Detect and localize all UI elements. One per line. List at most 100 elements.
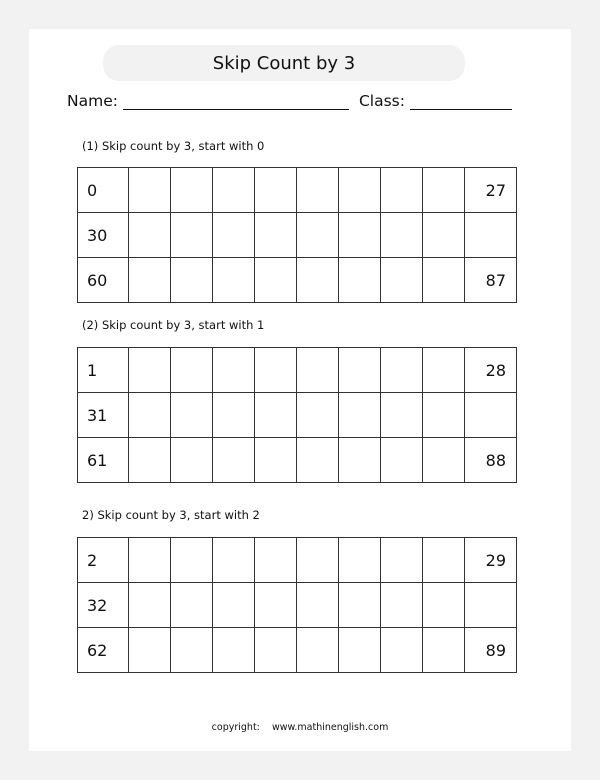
answer-cell[interactable] bbox=[464, 582, 517, 628]
answer-cell[interactable] bbox=[464, 392, 517, 438]
answer-cell[interactable] bbox=[170, 392, 213, 438]
answer-cell[interactable] bbox=[380, 437, 423, 483]
answer-cell[interactable] bbox=[254, 537, 297, 583]
answer-cell[interactable] bbox=[212, 627, 255, 673]
grid-row: 1 28 bbox=[77, 347, 517, 393]
answer-cell[interactable] bbox=[296, 537, 339, 583]
answer-cell[interactable] bbox=[422, 437, 465, 483]
answer-cell[interactable] bbox=[296, 212, 339, 258]
answer-cell[interactable] bbox=[338, 167, 381, 213]
answer-cell[interactable] bbox=[170, 437, 213, 483]
answer-cell[interactable] bbox=[254, 257, 297, 303]
answer-cell[interactable] bbox=[170, 167, 213, 213]
answer-cell[interactable] bbox=[170, 257, 213, 303]
name-class-row: Name: Class: bbox=[67, 88, 512, 110]
answer-cell[interactable] bbox=[128, 537, 171, 583]
answer-cell[interactable] bbox=[170, 537, 213, 583]
answer-cell[interactable] bbox=[170, 347, 213, 393]
answer-cell[interactable] bbox=[212, 537, 255, 583]
answer-cell[interactable] bbox=[128, 627, 171, 673]
answer-cell[interactable] bbox=[296, 257, 339, 303]
answer-cell[interactable] bbox=[212, 582, 255, 628]
given-number-cell: 31 bbox=[77, 392, 129, 438]
answer-cell[interactable] bbox=[128, 392, 171, 438]
answer-cell[interactable] bbox=[296, 167, 339, 213]
answer-cell[interactable] bbox=[296, 627, 339, 673]
answer-cell[interactable] bbox=[170, 212, 213, 258]
answer-cell[interactable] bbox=[422, 347, 465, 393]
given-number-cell: 30 bbox=[77, 212, 129, 258]
given-number-cell: 29 bbox=[464, 537, 517, 583]
answer-cell[interactable] bbox=[128, 347, 171, 393]
grid-row: 30 bbox=[77, 212, 517, 258]
answer-cell[interactable] bbox=[128, 212, 171, 258]
answer-cell[interactable] bbox=[422, 627, 465, 673]
name-field[interactable] bbox=[122, 93, 349, 110]
answer-cell[interactable] bbox=[338, 537, 381, 583]
answer-cell[interactable] bbox=[380, 537, 423, 583]
answer-cell[interactable] bbox=[170, 582, 213, 628]
answer-cell[interactable] bbox=[338, 627, 381, 673]
answer-cell[interactable] bbox=[254, 392, 297, 438]
class-label: Class: bbox=[358, 92, 405, 110]
answer-cell[interactable] bbox=[212, 437, 255, 483]
answer-cell[interactable] bbox=[380, 627, 423, 673]
answer-cell[interactable] bbox=[338, 257, 381, 303]
given-number-cell: 32 bbox=[77, 582, 129, 628]
answer-cell[interactable] bbox=[254, 582, 297, 628]
answer-cell[interactable] bbox=[422, 582, 465, 628]
answer-cell[interactable] bbox=[212, 392, 255, 438]
answer-cell[interactable] bbox=[380, 347, 423, 393]
answer-cell[interactable] bbox=[254, 347, 297, 393]
answer-cell[interactable] bbox=[380, 212, 423, 258]
answer-cell[interactable] bbox=[254, 167, 297, 213]
answer-cell[interactable] bbox=[380, 257, 423, 303]
answer-cell[interactable] bbox=[212, 347, 255, 393]
answer-cell[interactable] bbox=[296, 347, 339, 393]
answer-cell[interactable] bbox=[212, 167, 255, 213]
answer-cell[interactable] bbox=[128, 437, 171, 483]
answer-cell[interactable] bbox=[254, 627, 297, 673]
given-number-cell: 88 bbox=[464, 437, 517, 483]
answer-cell[interactable] bbox=[422, 537, 465, 583]
given-number-cell: 1 bbox=[77, 347, 129, 393]
copyright-footer: copyright: www.mathinenglish.com bbox=[211, 722, 389, 733]
answer-cell[interactable] bbox=[422, 212, 465, 258]
answer-cell[interactable] bbox=[254, 437, 297, 483]
grid-row: 62 89 bbox=[77, 627, 517, 673]
answer-cell[interactable] bbox=[338, 212, 381, 258]
class-field[interactable] bbox=[409, 93, 512, 110]
answer-cell[interactable] bbox=[170, 627, 213, 673]
section-2-grid: 1 28 31 61 88 bbox=[77, 347, 517, 483]
given-number-cell: 0 bbox=[77, 167, 129, 213]
answer-cell[interactable] bbox=[296, 392, 339, 438]
grid-row: 31 bbox=[77, 392, 517, 438]
name-label: Name: bbox=[67, 92, 118, 110]
section-1-grid: 0 27 30 60 87 bbox=[77, 167, 517, 303]
answer-cell[interactable] bbox=[212, 257, 255, 303]
given-number-cell: 62 bbox=[77, 627, 129, 673]
answer-cell[interactable] bbox=[338, 392, 381, 438]
answer-cell[interactable] bbox=[254, 212, 297, 258]
answer-cell[interactable] bbox=[338, 347, 381, 393]
answer-cell[interactable] bbox=[128, 167, 171, 213]
answer-cell[interactable] bbox=[380, 582, 423, 628]
grid-row: 0 27 bbox=[77, 167, 517, 213]
answer-cell[interactable] bbox=[422, 167, 465, 213]
given-number-cell: 60 bbox=[77, 257, 129, 303]
answer-cell[interactable] bbox=[296, 437, 339, 483]
answer-cell[interactable] bbox=[296, 582, 339, 628]
answer-cell[interactable] bbox=[464, 212, 517, 258]
answer-cell[interactable] bbox=[338, 582, 381, 628]
answer-cell[interactable] bbox=[128, 257, 171, 303]
given-number-cell: 61 bbox=[77, 437, 129, 483]
answer-cell[interactable] bbox=[380, 392, 423, 438]
answer-cell[interactable] bbox=[212, 212, 255, 258]
answer-cell[interactable] bbox=[338, 437, 381, 483]
answer-cell[interactable] bbox=[380, 167, 423, 213]
grid-row: 61 88 bbox=[77, 437, 517, 483]
given-number-cell: 28 bbox=[464, 347, 517, 393]
answer-cell[interactable] bbox=[422, 392, 465, 438]
answer-cell[interactable] bbox=[128, 582, 171, 628]
answer-cell[interactable] bbox=[422, 257, 465, 303]
